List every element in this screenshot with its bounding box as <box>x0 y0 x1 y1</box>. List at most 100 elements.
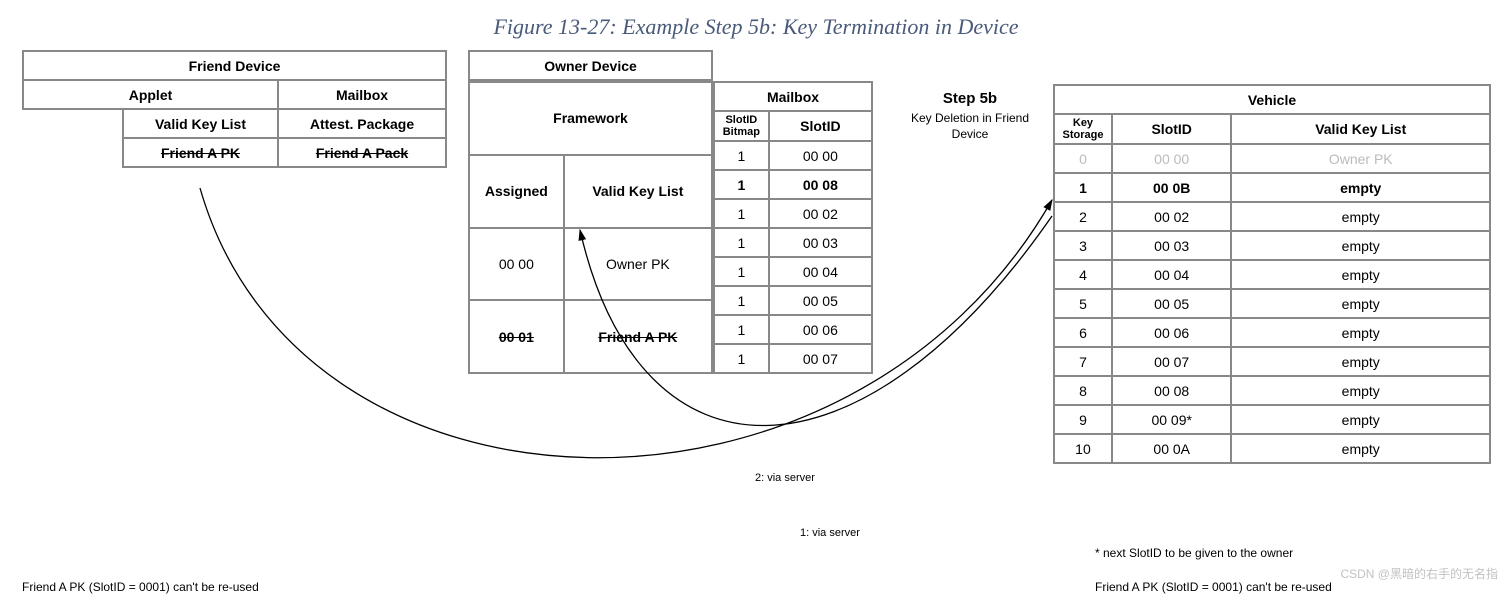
footnote-left: Friend A PK (SlotID = 0001) can't be re-… <box>22 580 259 594</box>
veh-vkl: empty <box>1231 318 1490 347</box>
owner-mailbox-table: Mailbox SlotID Bitmap SlotID 100 00100 0… <box>713 81 873 374</box>
table-row: 300 03empty <box>1054 231 1490 260</box>
veh-ks: 5 <box>1054 289 1112 318</box>
framework-title: Framework <box>469 82 712 155</box>
veh-ks: 4 <box>1054 260 1112 289</box>
veh-ks: 8 <box>1054 376 1112 405</box>
mb-slot: 00 06 <box>769 315 872 344</box>
table-row: 100 02 <box>714 199 872 228</box>
veh-ks: 9 <box>1054 405 1112 434</box>
fw-assigned: 00 00 <box>469 228 564 301</box>
table-row: 100 07 <box>714 344 872 373</box>
mb-bitmap: 1 <box>714 344 769 373</box>
veh-ks: 6 <box>1054 318 1112 347</box>
footnote-star: * next SlotID to be given to the owner <box>1095 546 1293 560</box>
mb-slot: 00 05 <box>769 286 872 315</box>
figure-title: Figure 13-27: Example Step 5b: Key Termi… <box>0 0 1512 48</box>
fw-col-assigned: Assigned <box>469 155 564 228</box>
mb-slot: 00 08 <box>769 170 872 199</box>
table-row: 000 00Owner PK <box>1054 144 1490 173</box>
veh-ks: 0 <box>1054 144 1112 173</box>
veh-ks: 1 <box>1054 173 1112 202</box>
footnote-right: Friend A PK (SlotID = 0001) can't be re-… <box>1095 580 1332 594</box>
veh-vkl: empty <box>1231 434 1490 463</box>
table-row: 00 01Friend A PK <box>469 300 712 373</box>
veh-slot: 00 04 <box>1112 260 1232 289</box>
mb-slot: 00 02 <box>769 199 872 228</box>
veh-slot: 00 02 <box>1112 202 1232 231</box>
veh-slot: 00 06 <box>1112 318 1232 347</box>
step-heading: Step 5b <box>910 90 1030 107</box>
watermark: CSDN @黑暗的右手的无名指 <box>1340 565 1498 582</box>
mb-slot: 00 03 <box>769 228 872 257</box>
veh-col-ks: Key Storage <box>1054 114 1112 144</box>
friend-mailbox-col: Attest. Package <box>278 109 446 138</box>
mb-slot: 00 00 <box>769 141 872 170</box>
veh-vkl: Owner PK <box>1231 144 1490 173</box>
owner-title: Owner Device <box>469 51 712 80</box>
mb-bitmap: 1 <box>714 141 769 170</box>
step-label: Step 5b Key Deletion in Friend Device <box>910 90 1030 142</box>
diagram-canvas: Friend Device Applet Mailbox Valid Key L… <box>0 48 1512 588</box>
owner-mailbox-title: Mailbox <box>714 82 872 111</box>
veh-slot: 00 0B <box>1112 173 1232 202</box>
mb-bitmap: 1 <box>714 286 769 315</box>
veh-ks: 2 <box>1054 202 1112 231</box>
friend-mailbox-row: Friend A Pack <box>278 138 446 167</box>
veh-vkl: empty <box>1231 231 1490 260</box>
arrow-label-1: 1: via server <box>800 527 860 539</box>
veh-vkl: empty <box>1231 405 1490 434</box>
veh-ks: 7 <box>1054 347 1112 376</box>
mb-bitmap: 1 <box>714 257 769 286</box>
table-row: 100 06 <box>714 315 872 344</box>
table-row: 1000 0Aempty <box>1054 434 1490 463</box>
table-row: 900 09*empty <box>1054 405 1490 434</box>
veh-vkl: empty <box>1231 376 1490 405</box>
fw-vkl: Owner PK <box>564 228 712 301</box>
table-row: 00 00Owner PK <box>469 228 712 301</box>
framework-table: Framework Assigned Valid Key List 00 00O… <box>468 81 713 374</box>
veh-vkl: empty <box>1231 173 1490 202</box>
veh-ks: 3 <box>1054 231 1112 260</box>
veh-vkl: empty <box>1231 202 1490 231</box>
mb-bitmap: 1 <box>714 170 769 199</box>
mb-bitmap: 1 <box>714 228 769 257</box>
veh-col-slot: SlotID <box>1112 114 1232 144</box>
table-row: 600 06empty <box>1054 318 1490 347</box>
veh-vkl: empty <box>1231 260 1490 289</box>
table-row: 100 03 <box>714 228 872 257</box>
friend-mailbox-title: Mailbox <box>278 80 446 109</box>
vehicle-group: Vehicle Key Storage SlotID Valid Key Lis… <box>1053 84 1491 464</box>
veh-vkl: empty <box>1231 347 1490 376</box>
vehicle-table: Vehicle Key Storage SlotID Valid Key Lis… <box>1053 84 1491 464</box>
applet-title: Applet <box>23 80 278 109</box>
veh-vkl: empty <box>1231 289 1490 318</box>
friend-title: Friend Device <box>23 51 446 80</box>
step-desc: Key Deletion in Friend Device <box>910 111 1030 142</box>
table-row: 800 08empty <box>1054 376 1490 405</box>
veh-slot: 00 07 <box>1112 347 1232 376</box>
veh-col-vkl: Valid Key List <box>1231 114 1490 144</box>
mb-bitmap: 1 <box>714 199 769 228</box>
table-row: 400 04empty <box>1054 260 1490 289</box>
mb-bitmap: 1 <box>714 315 769 344</box>
veh-slot: 00 0A <box>1112 434 1232 463</box>
veh-ks: 10 <box>1054 434 1112 463</box>
veh-slot: 00 08 <box>1112 376 1232 405</box>
table-row: 100 05 <box>714 286 872 315</box>
applet-row: Friend A PK <box>123 138 278 167</box>
mb-col-bitmap: SlotID Bitmap <box>714 111 769 141</box>
table-row: 500 05empty <box>1054 289 1490 318</box>
friend-device-table: Friend Device Applet Mailbox Valid Key L… <box>22 50 447 168</box>
table-row: 200 02empty <box>1054 202 1490 231</box>
table-row: 100 04 <box>714 257 872 286</box>
fw-vkl: Friend A PK <box>564 300 712 373</box>
veh-slot: 00 00 <box>1112 144 1232 173</box>
table-row: 100 08 <box>714 170 872 199</box>
fw-assigned: 00 01 <box>469 300 564 373</box>
table-row: 700 07empty <box>1054 347 1490 376</box>
applet-col: Valid Key List <box>123 109 278 138</box>
veh-slot: 00 05 <box>1112 289 1232 318</box>
mb-col-slot: SlotID <box>769 111 872 141</box>
veh-slot: 00 09* <box>1112 405 1232 434</box>
